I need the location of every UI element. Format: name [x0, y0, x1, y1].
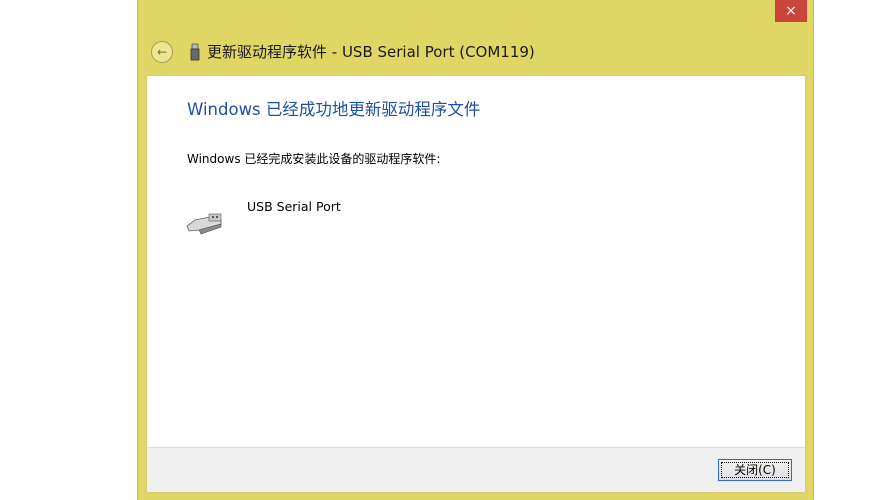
usb-connector-icon	[186, 213, 222, 235]
device-name: USB Serial Port	[247, 199, 341, 214]
back-arrow-icon[interactable]: ←	[151, 41, 173, 63]
dialog-window: × ← 更新驱动程序软件 - USB Serial Port (COM119) …	[137, 0, 814, 500]
usb-device-icon	[190, 43, 200, 61]
content-panel: Windows 已经成功地更新驱动程序文件 Windows 已经完成安装此设备的…	[146, 75, 806, 447]
window-title: 更新驱动程序软件 - USB Serial Port (COM119)	[207, 43, 535, 61]
close-button[interactable]: 关闭(C)	[718, 459, 792, 481]
page-heading: Windows 已经成功地更新驱动程序文件	[187, 100, 481, 119]
description-text: Windows 已经完成安装此设备的驱动程序软件:	[187, 152, 441, 166]
window-close-button[interactable]: ×	[775, 0, 807, 22]
dialog-footer: 关闭(C)	[146, 447, 806, 493]
